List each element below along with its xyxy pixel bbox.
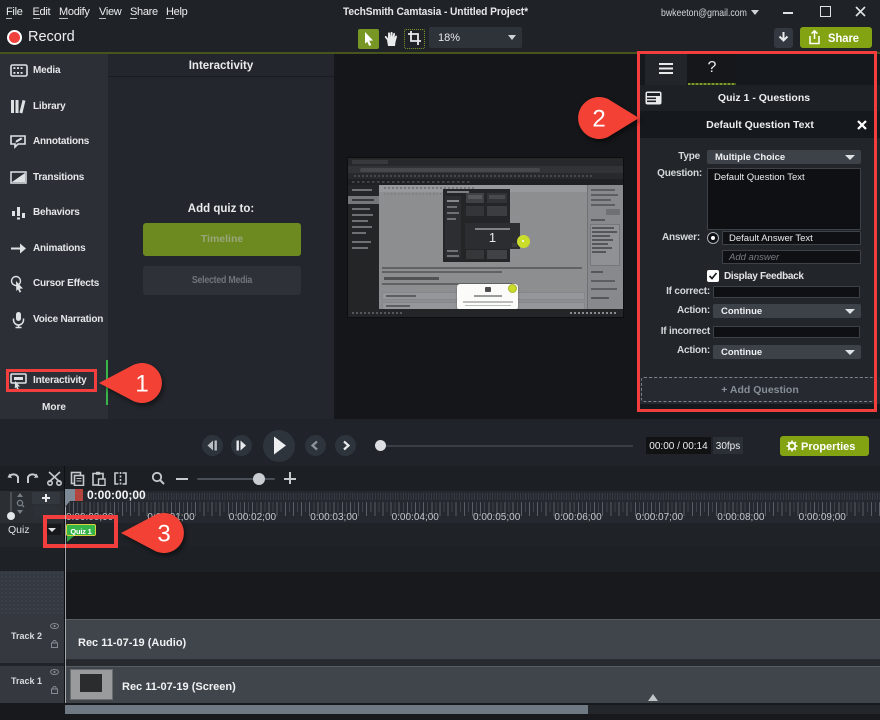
- svg-text:1: 1: [135, 370, 148, 397]
- svg-text:2: 2: [592, 106, 605, 133]
- svg-text:3: 3: [157, 520, 170, 547]
